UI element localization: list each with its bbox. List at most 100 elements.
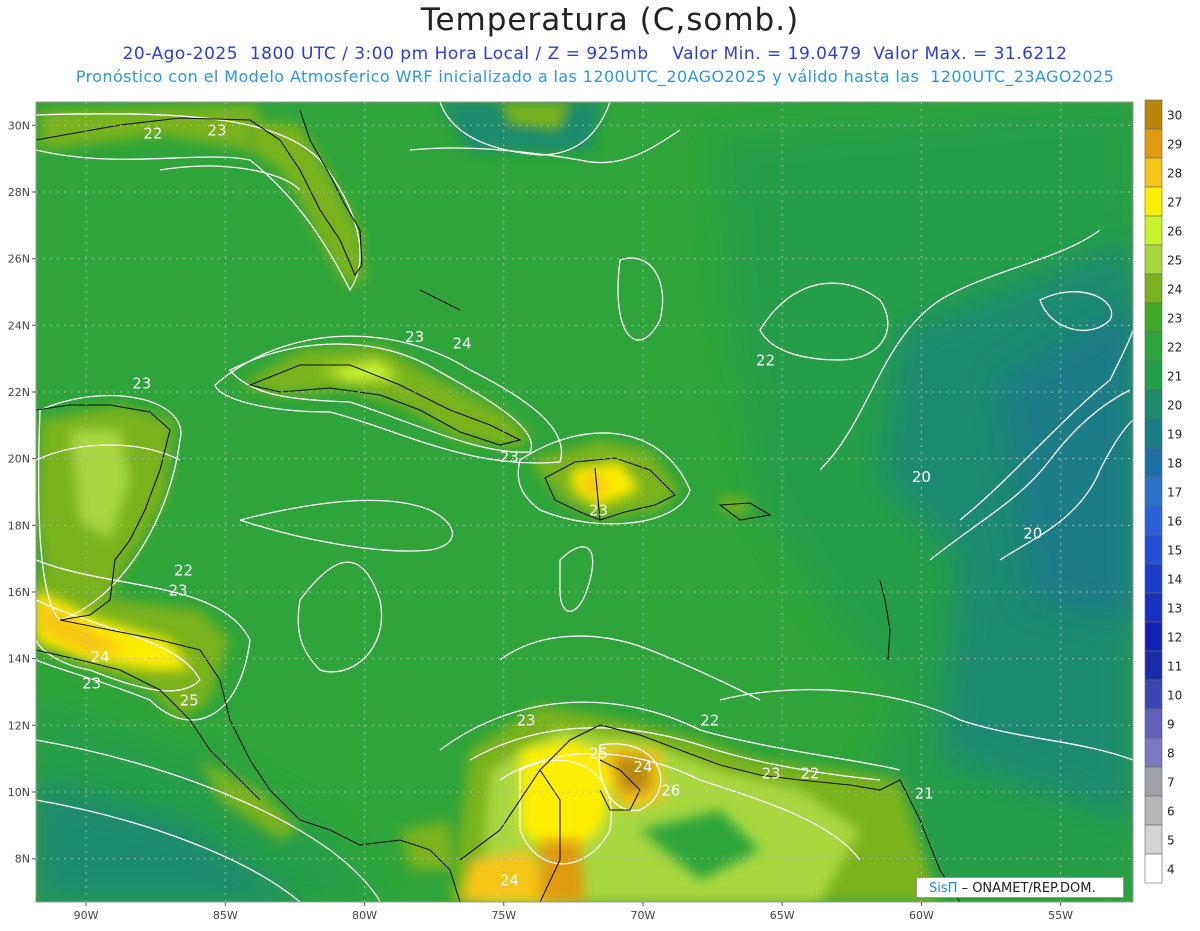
colorbar-swatch [1144, 476, 1163, 507]
map-figure: 22 23 23 24 22 23 23 23 20 20 22 23 24 23 25 23 22 25 24 23… [0, 0, 1200, 927]
lat-label: 20N [8, 453, 30, 466]
colorbar-swatch [1144, 563, 1163, 594]
lon-label: 80W [352, 909, 377, 922]
credit-org: – ONAMET/REP.DOM. [961, 881, 1096, 896]
colorbar-label: 20 [1167, 399, 1182, 413]
colorbar-swatch [1144, 302, 1163, 333]
lat-label: 16N [8, 586, 30, 599]
lat-label: 10N [8, 786, 30, 799]
colorbar-swatch [1144, 824, 1163, 855]
colorbar-label: 25 [1167, 254, 1182, 268]
map-svg: 22 23 23 24 22 23 23 23 20 20 22 23 24 23 25 23 22 25 24 23… [8, 99, 1182, 922]
colorbar-swatch [1144, 418, 1163, 449]
colorbar-label: 18 [1167, 457, 1182, 471]
colorbar-label: 19 [1167, 428, 1182, 442]
colorbar-swatch [1144, 128, 1163, 159]
lon-label: 85W [213, 909, 238, 922]
contour-label: 22 [143, 125, 162, 143]
colorbar-swatch [1144, 737, 1163, 768]
credit-box: SisΠ – ONAMET/REP.DOM. [916, 877, 1124, 898]
colorbar-swatch [1144, 650, 1163, 681]
colorbar-label: 21 [1167, 370, 1182, 384]
colorbar-label: 17 [1167, 486, 1182, 500]
contour-label: 24 [500, 871, 519, 889]
colorbar-swatch [1144, 505, 1163, 536]
contour-label: 23 [132, 375, 151, 393]
colorbar-swatch [1144, 592, 1163, 623]
colorbar-label: 7 [1167, 776, 1175, 790]
colorbar-label: 24 [1167, 283, 1182, 297]
colorbar-swatch [1144, 157, 1163, 188]
colorbar-label: 5 [1167, 834, 1175, 848]
colorbar-swatch [1144, 389, 1163, 420]
lat-label: 22N [8, 386, 30, 399]
lat-label: 18N [8, 519, 30, 532]
lat-label: 30N [8, 119, 30, 132]
contour-label: 23 [589, 501, 608, 519]
lat-label: 28N [8, 186, 30, 199]
colorbar-label: 27 [1167, 196, 1182, 210]
colorbar-swatch [1144, 331, 1163, 362]
colorbar-label: 4 [1167, 863, 1175, 877]
lon-label: 60W [909, 909, 934, 922]
contour-label: 24 [452, 335, 471, 353]
lat-label: 26N [8, 253, 30, 266]
colorbar-label: 28 [1167, 167, 1182, 181]
colorbar-label: 10 [1167, 689, 1182, 703]
contour-label: 24 [90, 648, 109, 666]
colorbar-label: 15 [1167, 544, 1182, 558]
longitude-labels: 90W 85W 80W 75W 70W 65W 60W 55W [74, 902, 1073, 922]
contour-label: 22 [756, 351, 775, 369]
contour-label: 23 [516, 711, 535, 729]
contour-label: 23 [500, 448, 519, 466]
colorbar-swatch [1144, 679, 1163, 710]
colorbar-swatch [1144, 853, 1163, 884]
contour-label: 22 [174, 561, 193, 579]
colorbar-label: 9 [1167, 718, 1175, 732]
lat-label: 12N [8, 719, 30, 732]
map-title: Temperatura (C,somb.) [420, 2, 800, 38]
lat-label: 14N [8, 653, 30, 666]
colorbar-label: 29 [1167, 138, 1182, 152]
colorbar-label: 26 [1167, 225, 1182, 239]
lat-label: 24N [8, 319, 30, 332]
colorbar-label: 6 [1167, 805, 1175, 819]
subtitle-date-values: 20-Ago-2025 1800 UTC / 3:00 pm Hora Loca… [122, 44, 1068, 64]
colorbar-label: 8 [1167, 747, 1175, 761]
contour-label: 23 [761, 765, 780, 783]
lon-label: 70W [631, 909, 656, 922]
colorbar-swatch [1144, 795, 1163, 826]
subtitle-model-info: Pronóstico con el Modelo Atmosferico WRF… [75, 67, 1115, 86]
colorbar-swatch [1144, 766, 1163, 797]
latitude-labels: 30N 28N 26N 24N 22N 20N 18N 16N 14N 12N 10N 8N [8, 119, 36, 866]
contour-label: 23 [207, 121, 226, 139]
colorbar-swatch [1144, 244, 1163, 275]
colorbar-label: 30 [1167, 109, 1182, 123]
colorbar-swatch [1144, 708, 1163, 739]
temperature-field [36, 102, 1133, 902]
colorbar-swatch [1144, 273, 1163, 304]
contour-label: 21 [915, 785, 934, 803]
contour-label: 23 [405, 328, 424, 346]
contour-label: 23 [168, 581, 187, 599]
colorbar-swatch [1144, 186, 1163, 217]
colorbar-swatch [1144, 447, 1163, 478]
colorbar-label: 13 [1167, 602, 1182, 616]
colorbar-swatch [1144, 99, 1163, 130]
colorbar-swatch [1144, 534, 1163, 565]
colorbar-swatch [1144, 215, 1163, 246]
colorbar-label: 16 [1167, 515, 1182, 529]
colorbar-swatch [1144, 360, 1163, 391]
lon-label: 90W [74, 909, 99, 922]
contour-label: 23 [82, 675, 101, 693]
contour-label: 25 [180, 691, 199, 709]
contour-label: 24 [633, 758, 652, 776]
lon-label: 75W [491, 909, 516, 922]
colorbar-label: 23 [1167, 312, 1182, 326]
lat-label: 8N [15, 853, 30, 866]
colorbar-label: 22 [1167, 341, 1182, 355]
credit-brand: SisΠ [929, 881, 958, 896]
colorbar-label: 14 [1167, 573, 1182, 587]
contour-label: 22 [800, 765, 819, 783]
lon-label: 55W [1048, 909, 1073, 922]
